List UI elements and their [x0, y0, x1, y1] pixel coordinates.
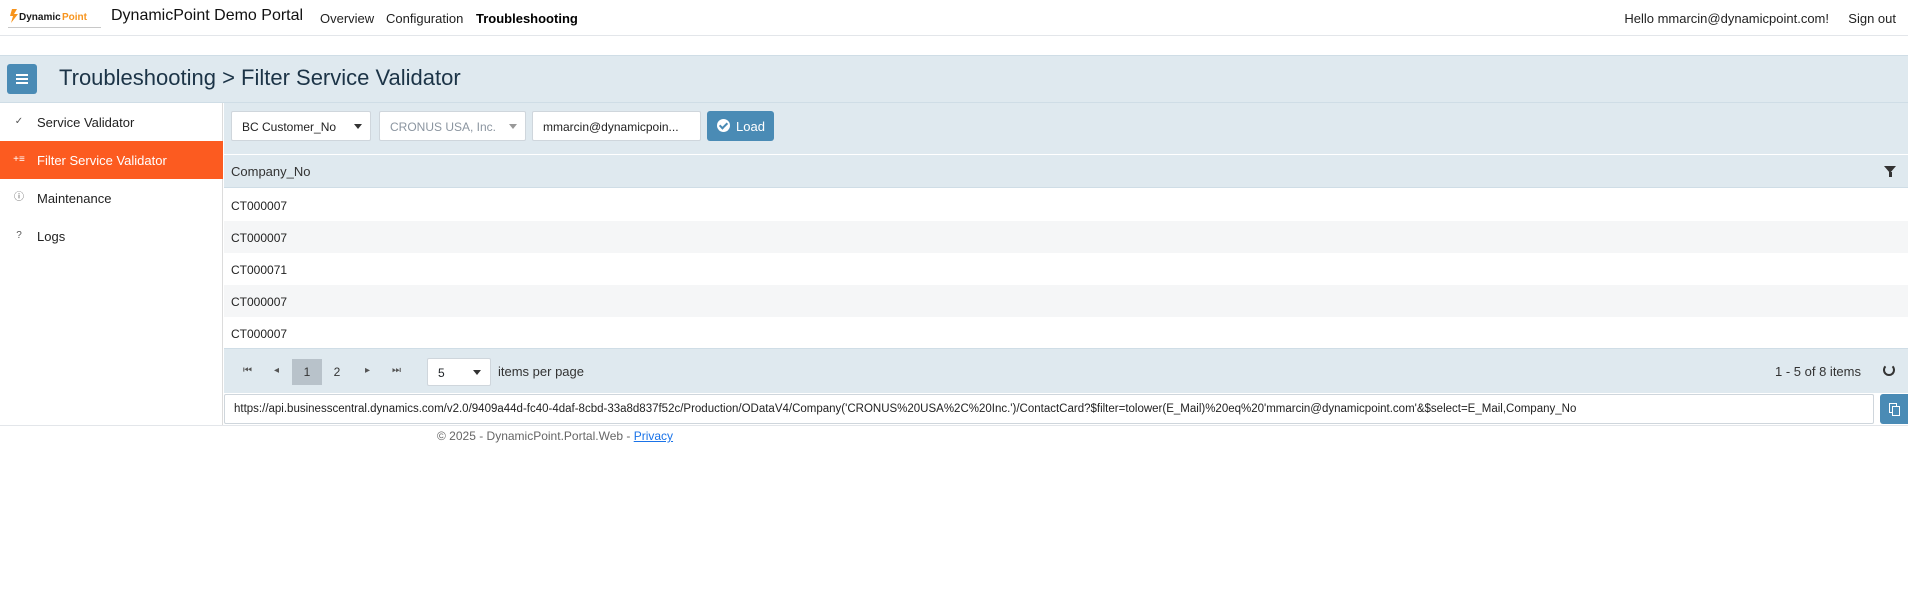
- first-page-icon[interactable]: ⏮: [243, 365, 252, 376]
- pager-info: 1 - 5 of 8 items: [1775, 364, 1861, 379]
- info-circle-icon: ⓘ: [14, 192, 24, 203]
- sidebar-item-maintenance[interactable]: ⓘ Maintenance: [0, 179, 223, 217]
- sidebar-item-label: Filter Service Validator: [37, 153, 167, 168]
- question-circle-icon: ?: [16, 230, 22, 241]
- svg-text:Point: Point: [62, 12, 88, 23]
- sidebar-item-logs[interactable]: ? Logs: [0, 217, 223, 255]
- load-button[interactable]: Load: [707, 111, 774, 141]
- nav-overview[interactable]: Overview: [320, 11, 374, 26]
- check-circle-icon: [717, 119, 730, 132]
- divider: [0, 425, 1908, 426]
- column-header-company-no[interactable]: Company_No: [231, 164, 311, 179]
- sidebar-item-service-validator[interactable]: ✓ Service Validator: [0, 103, 223, 141]
- filter-icon[interactable]: [1884, 166, 1896, 177]
- user-greeting[interactable]: Hello mmarcin@dynamicpoint.com!: [1624, 11, 1829, 26]
- page-2-button[interactable]: 2: [322, 359, 352, 385]
- sign-out-link[interactable]: Sign out: [1848, 11, 1896, 26]
- sidebar-item-label: Logs: [37, 229, 66, 244]
- dynamicpoint-logo[interactable]: Dynamic Point: [8, 5, 101, 28]
- hamburger-icon: [16, 74, 28, 76]
- field-select[interactable]: BC Customer_No: [231, 111, 371, 141]
- previous-page-icon[interactable]: ◂: [274, 365, 279, 376]
- table-row[interactable]: CT000007: [224, 285, 1908, 317]
- chevron-down-icon: [473, 370, 481, 375]
- chevron-down-icon: [509, 124, 517, 129]
- menu-toggle-button[interactable]: [7, 64, 37, 94]
- top-navbar: Dynamic Point DynamicPoint Demo Portal O…: [0, 0, 1908, 36]
- table-row[interactable]: CT000007: [224, 221, 1908, 253]
- page-size-select[interactable]: 5: [427, 358, 491, 386]
- email-input[interactable]: mmarcin@dynamicpoin...: [532, 111, 701, 141]
- grid-header: Company_No: [224, 155, 1908, 188]
- svg-text:Dynamic: Dynamic: [19, 12, 61, 23]
- footer: © 2025 - DynamicPoint.Portal.Web - Priva…: [437, 429, 674, 443]
- privacy-link[interactable]: Privacy: [634, 429, 673, 443]
- chevron-down-icon: [354, 124, 362, 129]
- table-row[interactable]: CT000071: [224, 253, 1908, 285]
- copy-button[interactable]: [1880, 394, 1908, 424]
- page-1-button[interactable]: 1: [292, 359, 322, 385]
- table-row[interactable]: CT000007: [224, 317, 1908, 349]
- check-icon: ✓: [14, 116, 24, 127]
- brand-title[interactable]: DynamicPoint Demo Portal: [111, 7, 303, 25]
- sidebar-item-label: Service Validator: [37, 115, 135, 130]
- sidebar-item-filter-service-validator[interactable]: +≡ Filter Service Validator: [0, 141, 223, 179]
- table-row[interactable]: CT000007: [224, 189, 1908, 221]
- items-per-page-label: items per page: [498, 364, 584, 379]
- company-select[interactable]: CRONUS USA, Inc.: [379, 111, 526, 141]
- pager: ⏮ ◂ 1 2 ▸ ⏭ 5 items per page 1 - 5 of 8 …: [224, 348, 1908, 393]
- page-header: Troubleshooting > Filter Service Validat…: [0, 55, 1908, 103]
- sidebar: ✓ Service Validator +≡ Filter Service Va…: [0, 103, 223, 425]
- page-title: Troubleshooting > Filter Service Validat…: [59, 65, 461, 90]
- filter-toolbar: BC Customer_No CRONUS USA, Inc. mmarcin@…: [224, 103, 1908, 154]
- refresh-icon[interactable]: [1883, 364, 1895, 376]
- next-page-icon[interactable]: ▸: [365, 365, 370, 376]
- odata-url-field[interactable]: https://api.businesscentral.dynamics.com…: [224, 394, 1874, 424]
- sidebar-item-label: Maintenance: [37, 191, 112, 206]
- filter-list-icon: +≡: [13, 154, 25, 165]
- last-page-icon[interactable]: ⏭: [392, 365, 401, 376]
- nav-configuration[interactable]: Configuration: [386, 11, 463, 26]
- nav-troubleshooting[interactable]: Troubleshooting: [476, 11, 578, 26]
